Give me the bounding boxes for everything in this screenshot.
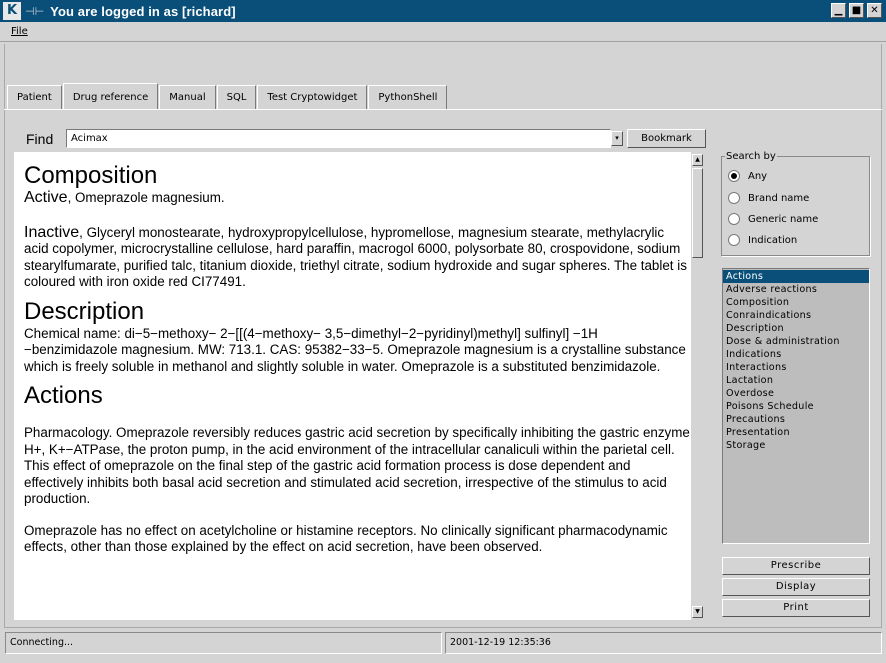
list-item[interactable]: Precautions bbox=[723, 413, 869, 426]
radio-brand-name[interactable]: Brand name bbox=[728, 192, 809, 204]
menu-file[interactable]: File bbox=[11, 26, 28, 37]
radio-generic-name[interactable]: Generic name bbox=[728, 213, 818, 225]
radio-button[interactable] bbox=[728, 192, 740, 204]
radio-button[interactable] bbox=[728, 213, 740, 225]
list-item[interactable]: Poisons Schedule bbox=[723, 400, 869, 413]
radio-label: Generic name bbox=[748, 213, 819, 225]
app-logo-icon[interactable]: K bbox=[3, 2, 21, 20]
radio-indication[interactable]: Indication bbox=[728, 234, 797, 246]
inactive-ingredients: Inactive, Glyceryl monostearate, hydroxy… bbox=[24, 223, 691, 291]
menu-file-label: File bbox=[11, 26, 28, 37]
active-label: Active bbox=[24, 189, 68, 206]
list-item[interactable]: Dose & administration bbox=[723, 335, 869, 348]
radio-label: Any bbox=[748, 170, 768, 182]
actions-paragraph-1: Pharmacology. Omeprazole reversibly redu… bbox=[24, 425, 690, 506]
list-item[interactable]: Description bbox=[723, 322, 869, 335]
radio-any[interactable]: Any bbox=[728, 170, 767, 182]
drug-document-view[interactable]: Composition Active, Omeprazole magnesium… bbox=[14, 152, 691, 620]
inactive-text: , Glyceryl monostearate, hydroxypropylce… bbox=[24, 224, 687, 290]
radio-button-selected[interactable] bbox=[728, 170, 740, 182]
tab-manual[interactable]: Manual bbox=[159, 85, 216, 109]
minimize-icon[interactable]: ▁ bbox=[831, 3, 846, 18]
find-input[interactable]: Acimax bbox=[66, 129, 611, 148]
menu-bar: File bbox=[0, 22, 886, 42]
display-button[interactable]: Display bbox=[722, 578, 870, 596]
tab-pythonshell[interactable]: PythonShell bbox=[368, 85, 448, 109]
list-item[interactable]: Composition bbox=[723, 296, 869, 309]
radio-label: Indication bbox=[748, 234, 798, 246]
title-bar: K ⊣⊢ You are logged in as [richard] ▁ ■ … bbox=[0, 0, 886, 22]
scrollbar-thumb[interactable] bbox=[692, 168, 703, 258]
actions-heading: Actions bbox=[24, 382, 103, 409]
list-item[interactable]: Conraindications bbox=[723, 309, 869, 322]
radio-label: Brand name bbox=[748, 192, 810, 204]
pin-icon[interactable]: ⊣⊢ bbox=[25, 5, 44, 18]
dropdown-arrow-icon[interactable]: ▾ bbox=[611, 131, 623, 146]
tab-divider bbox=[4, 109, 882, 110]
list-item[interactable]: Presentation bbox=[723, 426, 869, 439]
search-by-legend: Search by bbox=[725, 151, 777, 162]
composition-heading: Composition bbox=[24, 162, 158, 189]
tab-drug-reference[interactable]: Drug reference bbox=[62, 83, 159, 110]
close-icon[interactable]: ✕ bbox=[867, 3, 882, 18]
description-text: Chemical name: di−5−methoxy− 2−[[(4−meth… bbox=[24, 325, 686, 374]
find-label: Find bbox=[26, 131, 54, 147]
description-heading: Description bbox=[24, 297, 145, 325]
list-item[interactable]: Interactions bbox=[723, 361, 869, 374]
tab-bar: Patient Drug reference Manual SQL Test C… bbox=[7, 83, 448, 110]
active-text: , Omeprazole magnesium. bbox=[67, 190, 225, 205]
list-item[interactable]: Adverse reactions bbox=[723, 283, 869, 296]
status-datetime: 2001-12-19 12:35:36 bbox=[445, 632, 882, 654]
radio-button[interactable] bbox=[728, 234, 740, 246]
list-item-actions[interactable]: Actions bbox=[723, 270, 869, 283]
window-title: You are logged in as [richard] bbox=[50, 3, 236, 19]
scroll-up-icon[interactable]: ▲ bbox=[692, 154, 703, 166]
list-item[interactable]: Lactation bbox=[723, 374, 869, 387]
section-list[interactable]: Actions Adverse reactions Composition Co… bbox=[722, 268, 870, 544]
tab-sql[interactable]: SQL bbox=[216, 85, 257, 109]
status-message: Connecting... bbox=[5, 632, 442, 654]
inactive-label: Inactive bbox=[24, 223, 80, 241]
list-item[interactable]: Overdose bbox=[723, 387, 869, 400]
document-scrollbar[interactable]: ▲ ▼ bbox=[691, 152, 704, 620]
bookmark-button[interactable]: Bookmark bbox=[627, 129, 706, 148]
active-ingredients: Active, Omeprazole magnesium. bbox=[24, 189, 691, 207]
maximize-icon[interactable]: ■ bbox=[849, 3, 864, 18]
tab-test-cryptowidget[interactable]: Test Cryptowidget bbox=[257, 85, 368, 109]
tab-patient[interactable]: Patient bbox=[7, 85, 62, 109]
search-by-group: Search by Any Brand name Generic name In… bbox=[721, 151, 870, 256]
list-item[interactable]: Indications bbox=[723, 348, 869, 361]
scroll-down-icon[interactable]: ▼ bbox=[692, 606, 703, 618]
actions-paragraph-2: Omeprazole has no effect on acetylcholin… bbox=[24, 522, 668, 555]
print-button[interactable]: Print bbox=[722, 599, 870, 617]
prescribe-button[interactable]: Prescribe bbox=[722, 557, 870, 575]
list-item[interactable]: Storage bbox=[723, 439, 869, 452]
